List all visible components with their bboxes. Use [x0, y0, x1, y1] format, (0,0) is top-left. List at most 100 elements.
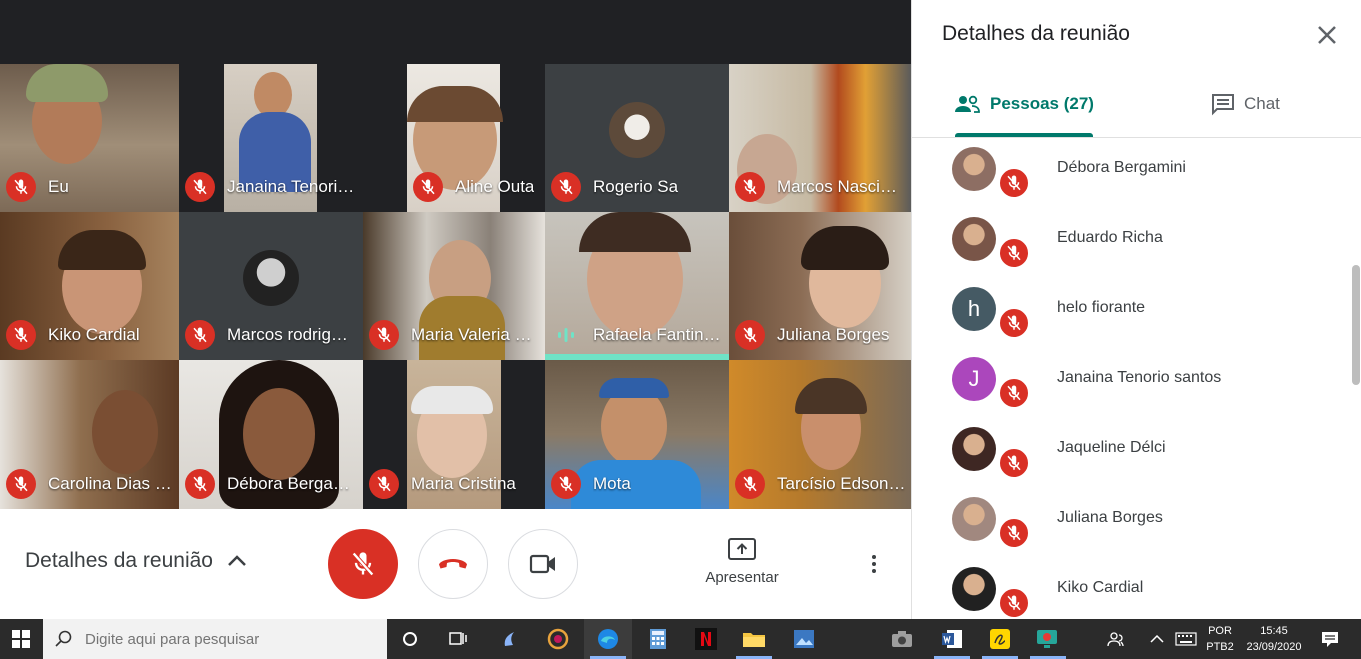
person-face: [92, 390, 158, 474]
person-row[interactable]: Débora Bergamini: [912, 143, 1352, 213]
person-row[interactable]: h helo fiorante: [912, 283, 1352, 353]
person-avatar: [952, 567, 996, 611]
participant-tile[interactable]: Tarcísio Edson…: [729, 360, 911, 509]
tab-people[interactable]: Pessoas (27): [954, 70, 1094, 138]
mic-off-icon: [6, 320, 36, 350]
name-bar: Mota: [551, 467, 725, 501]
name-bar: Aline Outa: [413, 170, 541, 204]
video-camera-icon: [529, 554, 555, 574]
media-app-icon[interactable]: [534, 619, 582, 659]
meet-app: Eu Janaina Tenori… Aline Outa Rogerio Sa…: [0, 0, 1361, 659]
participant-tile[interactable]: Marcos rodrig…: [179, 212, 363, 360]
person-row[interactable]: Eduardo Richa: [912, 213, 1352, 283]
cortana-icon[interactable]: [386, 619, 434, 659]
start-button[interactable]: [0, 619, 42, 659]
participant-name: Débora Berga…: [227, 474, 350, 493]
mic-off-icon: [998, 167, 1030, 199]
close-icon[interactable]: [1314, 22, 1340, 48]
photos-icon[interactable]: [780, 619, 828, 659]
panel-scrollbar[interactable]: [1352, 265, 1360, 385]
windows-taskbar: POR PTB2 15:45 23/09/2020: [0, 619, 1361, 659]
person-name: Débora Bergamini: [1057, 159, 1186, 176]
person-name: Eduardo Richa: [1057, 229, 1163, 246]
mic-off-icon: [735, 320, 765, 350]
participant-tile[interactable]: Rogerio Sa: [545, 64, 729, 212]
name-bar: Rogerio Sa: [551, 170, 725, 204]
mic-off-icon: [6, 469, 36, 499]
people-tray-icon[interactable]: [1098, 619, 1134, 659]
file-explorer-icon[interactable]: [730, 619, 778, 659]
notifications-icon[interactable]: [1310, 619, 1350, 659]
language-top: POR: [1208, 625, 1232, 637]
meeting-details-label: Detalhes da reunião: [25, 549, 213, 572]
participant-tile[interactable]: Eu: [0, 64, 179, 212]
present-screen-icon: [728, 538, 756, 560]
name-bar: Eu: [6, 170, 175, 204]
camera-toggle-button[interactable]: [508, 529, 578, 599]
participant-name: Mota: [593, 474, 631, 493]
person-row[interactable]: J Janaina Tenorio santos: [912, 353, 1352, 423]
meeting-details-panel: Detalhes da reunião Pessoas (27) Chat Dé…: [911, 0, 1361, 619]
mic-off-icon: [369, 469, 399, 499]
name-bar: Maria Cristina: [369, 467, 541, 501]
windows-logo-icon: [12, 630, 30, 648]
panel-tabs: Pessoas (27) Chat: [912, 70, 1361, 138]
participant-tile[interactable]: Carolina Dias F…: [0, 360, 179, 509]
name-bar: Rafaela Fantin…: [551, 318, 725, 352]
name-bar: Tarcísio Edson…: [735, 467, 907, 501]
hang-up-button[interactable]: [418, 529, 488, 599]
task-view-icon[interactable]: [434, 619, 482, 659]
person-row[interactable]: Kiko Cardial: [912, 563, 1352, 619]
sticky-notes-icon[interactable]: [976, 619, 1024, 659]
mic-off-icon: [352, 552, 374, 576]
system-clock[interactable]: 15:45 23/09/2020: [1240, 623, 1308, 655]
mic-off-icon: [735, 469, 765, 499]
people-icon: [955, 95, 980, 113]
participant-tile[interactable]: Débora Berga…: [179, 360, 363, 509]
screen-recorder-icon[interactable]: [1024, 619, 1072, 659]
name-bar: Débora Berga…: [185, 467, 359, 501]
mic-off-icon: [185, 469, 215, 499]
participant-tile[interactable]: Janaina Tenori…: [179, 64, 407, 212]
word-icon[interactable]: [928, 619, 976, 659]
participant-tile[interactable]: Maria Valeria …: [363, 212, 545, 360]
keyboard-icon[interactable]: [1170, 619, 1202, 659]
phone-hangup-icon: [439, 559, 467, 569]
participant-tile[interactable]: Kiko Cardial: [0, 212, 179, 360]
participant-tile[interactable]: Aline Outa: [407, 64, 545, 212]
taskbar-search[interactable]: [43, 619, 387, 659]
mic-off-icon: [185, 172, 215, 202]
chat-icon: [1212, 94, 1234, 116]
meeting-details-toggle[interactable]: Detalhes da reunião: [25, 549, 247, 573]
search-icon: [55, 630, 72, 647]
tab-chat[interactable]: Chat: [1210, 70, 1280, 138]
participant-name: Kiko Cardial: [48, 325, 140, 344]
person-row[interactable]: Juliana Borges: [912, 493, 1352, 563]
participant-name: Rogerio Sa: [593, 177, 679, 196]
calculator-icon[interactable]: [634, 619, 682, 659]
more-vertical-icon: [872, 555, 876, 559]
participant-tile[interactable]: Maria Cristina: [363, 360, 545, 509]
search-input[interactable]: [85, 630, 365, 648]
participant-tile[interactable]: Marcos Nasci…: [729, 64, 911, 212]
person-avatar: J: [952, 357, 996, 401]
present-screen-button[interactable]: Apresentar: [696, 537, 788, 586]
participant-tile[interactable]: Juliana Borges: [729, 212, 911, 360]
clock-time: 15:45: [1260, 625, 1288, 637]
edge-browser-icon[interactable]: [584, 619, 632, 659]
participant-tile[interactable]: Mota: [545, 360, 729, 509]
participant-tile[interactable]: Rafaela Fantin…: [545, 212, 729, 360]
mic-off-icon: [413, 172, 443, 202]
mic-off-icon: [998, 517, 1030, 549]
input-language-indicator[interactable]: POR PTB2: [1203, 623, 1237, 655]
person-row[interactable]: Jaqueline Délci: [912, 423, 1352, 493]
camera-app-icon[interactable]: [878, 619, 926, 659]
pen-app-icon[interactable]: [486, 619, 534, 659]
netflix-icon[interactable]: [682, 619, 730, 659]
mic-off-icon: [998, 447, 1030, 479]
chevron-up-icon[interactable]: [1142, 619, 1172, 659]
more-options-button[interactable]: [862, 549, 886, 579]
person-avatar: [952, 427, 996, 471]
name-bar: Marcos rodrig…: [185, 318, 359, 352]
microphone-toggle-button[interactable]: [328, 529, 398, 599]
